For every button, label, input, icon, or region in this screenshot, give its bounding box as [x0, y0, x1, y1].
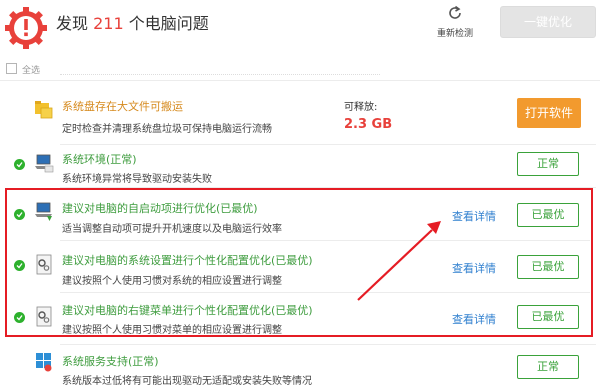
folder-files-icon — [35, 101, 53, 119]
item-title: 系统服务支持(正常) — [62, 355, 159, 368]
open-software-button[interactable]: 打开软件 — [517, 98, 581, 128]
list-item: 系统盘存在大文件可搬运 定时检查并清理系统盘垃圾可保持电脑运行流畅 可释放: 2… — [0, 92, 600, 144]
one-key-optimize-button[interactable]: 一键优化 — [500, 6, 596, 38]
highlight-box — [5, 188, 593, 337]
item-description: 定时检查并清理系统盘垃圾可保持电脑运行流畅 — [62, 124, 272, 135]
warning-gear-icon — [5, 7, 47, 49]
release-label: 可释放: — [344, 102, 378, 113]
divider — [60, 74, 380, 78]
item-description: 系统环境异常将导致驱动安装失败 — [62, 174, 212, 185]
divider — [60, 344, 596, 345]
page-title: 发现 211 个电脑问题 — [56, 14, 209, 33]
rescan-label: 重新检测 — [436, 29, 473, 39]
problem-count: 211 — [93, 14, 124, 33]
item-title: 系统环境(正常) — [62, 153, 137, 166]
item-description: 系统版本过低将有可能出现驱动无适配或安装失败等情况 — [62, 376, 312, 387]
status-normal-button[interactable]: 正常 — [517, 355, 579, 379]
status-normal-button[interactable]: 正常 — [517, 152, 579, 176]
check-icon — [14, 159, 25, 170]
divider — [0, 80, 600, 81]
list-item: 系统环境(正常) 系统环境异常将导致驱动安装失败 正常 — [0, 150, 600, 186]
header: 发现 211 个电脑问题 重新检测 一键优化 — [0, 0, 600, 58]
laptop-icon — [35, 154, 54, 173]
release-value: 2.3 GB — [344, 117, 393, 132]
item-title: 系统盘存在大文件可搬运 — [62, 100, 183, 113]
select-all-checkbox[interactable] — [6, 63, 17, 74]
divider — [60, 144, 596, 145]
refresh-icon — [449, 5, 461, 19]
rescan-button[interactable]: 重新检测 — [432, 4, 478, 39]
windows-icon — [36, 353, 52, 372]
select-all-label: 全选 — [22, 66, 41, 76]
list-item: 系统服务支持(正常) 系统版本过低将有可能出现驱动无适配或安装失败等情况 正常 — [0, 350, 600, 391]
